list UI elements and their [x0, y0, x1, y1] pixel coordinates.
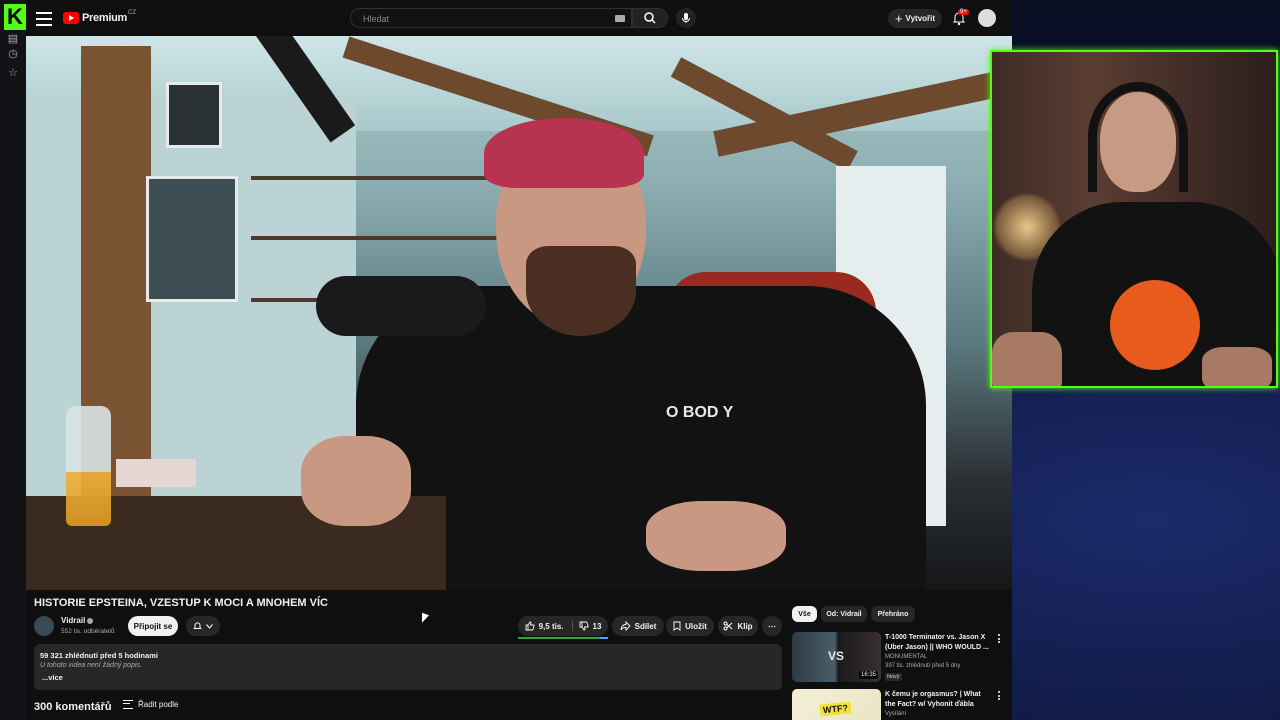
search-input[interactable] [361, 13, 605, 25]
more-vertical-icon[interactable] [998, 634, 1000, 645]
save-button[interactable]: Uložit [666, 616, 714, 636]
bookmark-icon[interactable]: ▤ [6, 32, 20, 46]
mouse-cursor [422, 612, 429, 626]
search-button[interactable] [632, 8, 668, 28]
webcam-arm [992, 332, 1062, 386]
youtube-window: Premium CZ +Vytvořit 9+ [26, 0, 1012, 720]
video-frame-hand [301, 436, 411, 526]
kick-sidebar: K ▤ ◷ ☆ [0, 0, 26, 720]
voice-search-button[interactable] [676, 8, 696, 28]
channel-name-row[interactable]: Vidrail [61, 616, 94, 625]
thumbs-down-icon [579, 621, 589, 631]
join-button[interactable]: Připojit se [128, 616, 178, 636]
description-box[interactable]: 59 321 zhlédnutí před 5 hodinami U tohot… [34, 644, 782, 690]
sort-label: Řadit podle [138, 700, 179, 709]
clip-label: Klip [737, 621, 753, 631]
subscription-bell-button[interactable] [186, 616, 220, 636]
plus-icon: + [894, 11, 903, 26]
recommendation-channel[interactable]: Vysílání [885, 711, 906, 717]
verified-icon [87, 617, 94, 624]
logo-text: Premium [82, 12, 127, 24]
video-frame-hand [646, 501, 786, 571]
video-duration: 16:35 [858, 671, 878, 679]
clip-button[interactable]: Klip [718, 616, 758, 636]
share-icon [620, 621, 631, 631]
recommendation-thumbnail[interactable]: VS 16:35 [792, 632, 881, 682]
video-frame-shelf [251, 176, 501, 180]
more-actions-button[interactable]: ⋯ [762, 616, 782, 636]
thumbnail-text: WTF? [819, 701, 852, 717]
microphone-icon [682, 13, 690, 23]
new-badge: Nový [885, 673, 902, 681]
video-frame-microphone [316, 276, 486, 336]
star-icon[interactable]: ☆ [6, 66, 20, 80]
recommendation-item[interactable]: VS 16:35 T-1000 Terminator vs. Jason X (… [792, 632, 1002, 684]
description-text: U tohoto videa není žádný popis. [40, 662, 142, 669]
video-frame-person-beard [526, 246, 636, 336]
like-count: 9,5 tis. [538, 621, 564, 631]
thumbs-up-icon [525, 621, 535, 631]
video-title: HISTORIE EPSTEINA, VZESTUP K MOCI A MNOH… [34, 597, 328, 609]
like-dislike-group: 9,5 tis. 13 [518, 616, 608, 636]
recommendation-title[interactable]: K čemu je orgasmus? | What the Fact? w/ … [885, 690, 991, 710]
youtube-topbar: Premium CZ +Vytvořit 9+ [26, 0, 1012, 36]
recommendation-item[interactable]: WTF? K čemu je orgasmus? | What the Fact… [792, 689, 1002, 720]
webcam-shirt-print [1110, 280, 1200, 370]
recommendation-channel[interactable]: MONUMENTAL [885, 654, 927, 660]
video-frame-keyboard [116, 459, 196, 487]
sort-icon [123, 700, 133, 709]
kick-logo[interactable]: K [4, 4, 26, 30]
search-box[interactable] [350, 8, 632, 28]
share-label: Sdílet [634, 621, 657, 631]
video-player[interactable]: O BOD Y [26, 36, 1012, 590]
recommendation-thumbnail[interactable]: WTF? [792, 689, 881, 720]
like-button[interactable]: 9,5 tis. [525, 621, 573, 631]
share-button[interactable]: Sdílet [612, 616, 664, 636]
dislike-count: 13 [592, 621, 602, 631]
video-frame-picture [146, 176, 238, 302]
save-icon [673, 621, 681, 631]
keyboard-icon[interactable] [615, 15, 625, 22]
more-vertical-icon[interactable] [998, 691, 1000, 702]
filter-chip-channel[interactable]: Od: Vidrail [821, 606, 867, 622]
video-frame-picture [166, 82, 222, 148]
more-horizontal-icon: ⋯ [768, 621, 776, 631]
chevron-down-icon [206, 623, 213, 629]
video-frame-person-hair [484, 118, 644, 188]
create-button[interactable]: + Vytvořit [888, 9, 942, 28]
comments-count: 300 komentářů [34, 701, 112, 713]
recommendation-meta: 397 tis. zhlédnutí před 5 dny [885, 663, 961, 669]
search-icon [644, 12, 656, 24]
recommendation-title[interactable]: T-1000 Terminator vs. Jason X (Uber Jaso… [885, 633, 991, 653]
sort-button[interactable]: Řadit podle [123, 700, 178, 709]
menu-icon[interactable] [36, 8, 52, 28]
like-ratio-bar [518, 637, 608, 639]
thumbnail-text: VS [828, 649, 845, 663]
notification-badge: 9+ [958, 9, 969, 15]
webcam-headphones [1088, 82, 1188, 192]
channel-avatar[interactable] [34, 616, 54, 636]
video-frame-bottle [66, 406, 111, 526]
subscriber-count: 552 tis. odběratelů [61, 628, 115, 635]
view-stats: 59 321 zhlédnutí před 5 hodinami [40, 651, 158, 660]
clock-icon[interactable]: ◷ [6, 47, 20, 61]
streamer-webcam [990, 50, 1278, 388]
youtube-play-icon [63, 12, 79, 24]
youtube-logo[interactable]: Premium CZ [63, 9, 136, 27]
save-label: Uložit [685, 621, 707, 631]
filter-chip-watched[interactable]: Přehráno [871, 606, 915, 622]
logo-region: CZ [127, 10, 136, 16]
more-link[interactable]: ...více [42, 673, 63, 682]
scissors-icon [723, 621, 733, 631]
bell-icon [193, 622, 202, 629]
create-label: Vytvořit [905, 14, 936, 23]
account-avatar[interactable] [978, 9, 996, 27]
video-frame-shelf [251, 236, 501, 240]
channel-name[interactable]: Vidrail [61, 616, 85, 625]
filter-chip-all[interactable]: Vše [792, 606, 817, 622]
dislike-button[interactable]: 13 [577, 621, 602, 631]
webcam-arm [1202, 347, 1272, 386]
video-frame-shirt-print: O BOD Y [666, 404, 734, 421]
video-info-area: HISTORIE EPSTEINA, VZESTUP K MOCI A MNOH… [26, 590, 1012, 720]
